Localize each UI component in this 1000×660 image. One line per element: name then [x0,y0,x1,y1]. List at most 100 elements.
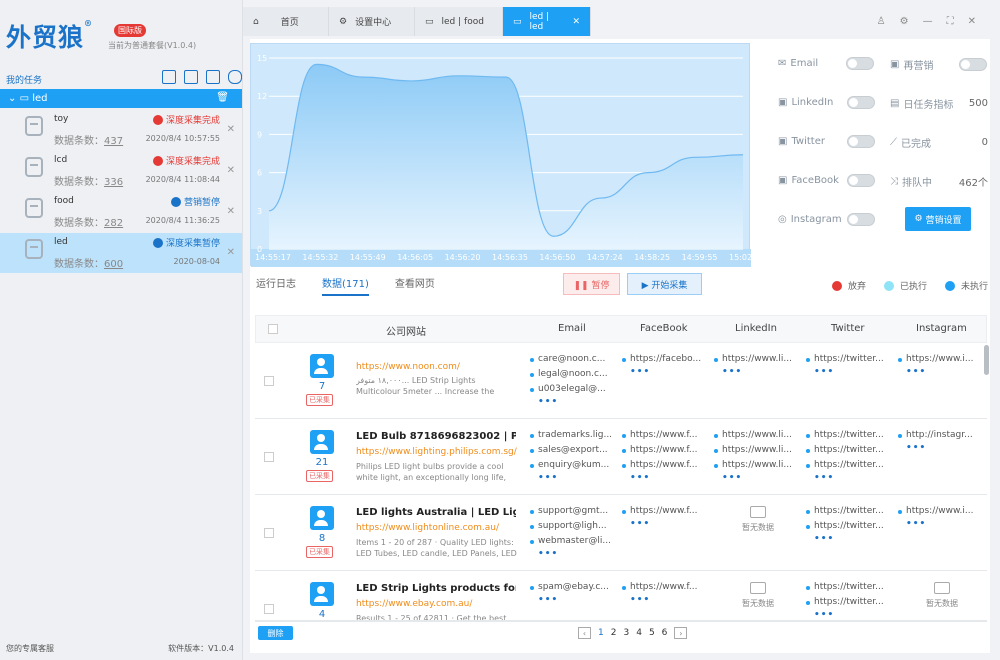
tab-run-log[interactable]: 运行日志 [256,275,296,296]
table-row[interactable]: 8 已采集 LED lights Australia | LED Lighti...… [255,496,987,571]
page-4[interactable]: 4 [636,628,642,638]
page-5[interactable]: 5 [649,628,655,638]
table-scrollbar[interactable] [984,345,989,375]
email-item[interactable]: legal@noon.c... [530,367,618,382]
instagram-item[interactable]: https://www.i... [898,352,986,367]
facebook-item[interactable]: https://www.f... [622,458,710,473]
twitter-item[interactable]: https://twitter... [806,519,894,534]
facebook-item[interactable]: https://www.f... [622,428,710,443]
more-icon[interactable]: ••• [622,367,710,377]
more-icon[interactable]: ••• [714,473,802,483]
page-1[interactable]: 1 [598,628,604,638]
delete-button[interactable]: 删除 [258,626,293,640]
tab-settings[interactable]: ⚙ 设置中心 [329,7,415,36]
tab-home[interactable]: ⌂ 首页 [243,7,329,36]
row-checkbox[interactable] [264,376,274,386]
more-icon[interactable]: ••• [622,595,710,605]
more-icon[interactable]: ••• [806,367,894,377]
close-icon[interactable]: ✕ [227,247,235,258]
email-item[interactable]: enquiry@kum... [530,458,618,473]
facebook-item[interactable]: https://www.f... [622,504,710,519]
more-icon[interactable]: ••• [898,519,986,529]
more-icon[interactable]: ••• [530,397,618,407]
task-item[interactable]: food 数据条数：282 营销暂停 2020/8/4 11:36:25 ✕ [0,192,242,232]
tab-led-led[interactable]: ▭ led | led ✕ [503,7,591,36]
email-item[interactable]: u003elegal@... [530,382,618,397]
close-icon[interactable]: ✕ [968,16,976,27]
table-row[interactable]: 21 已采集 LED Bulb 8718696823002 | PHI... http… [255,420,987,495]
site-url[interactable]: https://www.noon.com/ [356,362,460,372]
page-2[interactable]: 2 [611,628,617,638]
linkedin-item[interactable]: https://www.li... [714,458,802,473]
row-checkbox[interactable] [264,452,274,462]
twitter-item[interactable]: https://twitter... [806,458,894,473]
close-icon[interactable]: ✕ [227,165,235,176]
table-row[interactable]: 4 LED Strip Lights products for sa... http… [255,572,987,621]
pause-button[interactable]: ❚❚ 暂停 [563,273,620,295]
site-url[interactable]: https://www.ebay.com.au/ [356,599,472,609]
task-item[interactable]: toy 数据条数：437 深度采集完成 2020/8/4 10:57:55 ✕ [0,110,242,150]
next-page-icon[interactable]: › [674,627,688,639]
more-icon[interactable]: ••• [530,473,618,483]
facebook-item[interactable]: https://www.f... [622,443,710,458]
linkedin-item[interactable]: https://www.li... [714,428,802,443]
twitter-item[interactable]: https://twitter... [806,595,894,610]
tab-led-food[interactable]: ▭ led | food [415,7,503,36]
twitter-item[interactable]: https://twitter... [806,443,894,458]
email-item[interactable]: trademarks.lig... [530,428,618,443]
instagram-item[interactable]: http://instagr... [898,428,986,443]
folder-led[interactable]: ⌄ ▭ led 🗑 [0,89,242,108]
close-icon[interactable]: ✕ [572,17,580,27]
page-3[interactable]: 3 [623,628,629,638]
linkedin-item[interactable]: https://www.li... [714,443,802,458]
select-all-checkbox[interactable] [268,324,278,334]
trash-icon[interactable]: 🗑 [216,92,229,103]
more-icon[interactable]: ••• [898,367,986,377]
site-url[interactable]: https://www.lightonline.com.au/ [356,523,499,533]
email-item[interactable]: spam@ebay.c... [530,580,618,595]
site-url[interactable]: https://www.lighting.philips.com.sg/ [356,447,517,457]
remarketing-toggle[interactable] [959,58,988,71]
email-toggle[interactable] [846,57,875,70]
facebook-toggle[interactable] [847,174,876,187]
page-6[interactable]: 6 [662,628,668,638]
import-icon[interactable] [184,70,198,84]
more-icon[interactable]: ••• [622,519,710,529]
email-item[interactable]: care@noon.c... [530,352,618,367]
close-icon[interactable]: ✕ [227,206,235,217]
gear-icon[interactable]: ⚙ [900,16,909,27]
more-icon[interactable]: ••• [530,595,618,605]
export-icon[interactable] [206,70,220,84]
twitter-item[interactable]: https://twitter... [806,352,894,367]
instagram-toggle[interactable] [846,213,875,226]
linkedin-toggle[interactable] [847,96,876,109]
facebook-item[interactable]: https://facebo... [622,352,710,367]
shield-icon[interactable] [228,70,242,84]
twitter-item[interactable]: https://twitter... [806,504,894,519]
more-icon[interactable]: ••• [622,473,710,483]
more-icon[interactable]: ••• [806,473,894,483]
more-icon[interactable]: ••• [806,610,894,620]
more-icon[interactable]: ••• [714,367,802,377]
support-label[interactable]: 您的专属客服 [6,643,54,654]
minimize-icon[interactable]: — [923,16,933,27]
task-item-selected[interactable]: led 数据条数：600 深度采集暂停 2020-08-04 ✕ [0,233,242,273]
start-collect-button[interactable]: ▶ 开始采集 [627,273,702,295]
tab-view-page[interactable]: 查看网页 [395,275,435,296]
marketing-settings-button[interactable]: ⚙ 营销设置 [905,207,971,231]
instagram-item[interactable]: https://www.i... [898,504,986,519]
facebook-item[interactable]: https://www.f... [622,580,710,595]
table-row[interactable]: 7 已采集 https://www.noon.com/ ١٨,٠٠٠ متوفر..… [255,344,987,419]
task-item[interactable]: lcd 数据条数：336 深度采集完成 2020/8/4 11:08:44 ✕ [0,151,242,191]
row-checkbox[interactable] [264,528,274,538]
twitter-toggle[interactable] [847,135,876,148]
twitter-item[interactable]: https://twitter... [806,428,894,443]
list-icon[interactable] [162,70,176,84]
email-item[interactable]: support@ligh... [530,519,618,534]
twitter-item[interactable]: https://twitter... [806,580,894,595]
email-item[interactable]: sales@export... [530,443,618,458]
more-icon[interactable]: ••• [806,534,894,544]
prev-page-icon[interactable]: ‹ [578,627,591,639]
maximize-icon[interactable]: ⛶ [947,16,954,27]
more-icon[interactable]: ••• [530,549,618,559]
